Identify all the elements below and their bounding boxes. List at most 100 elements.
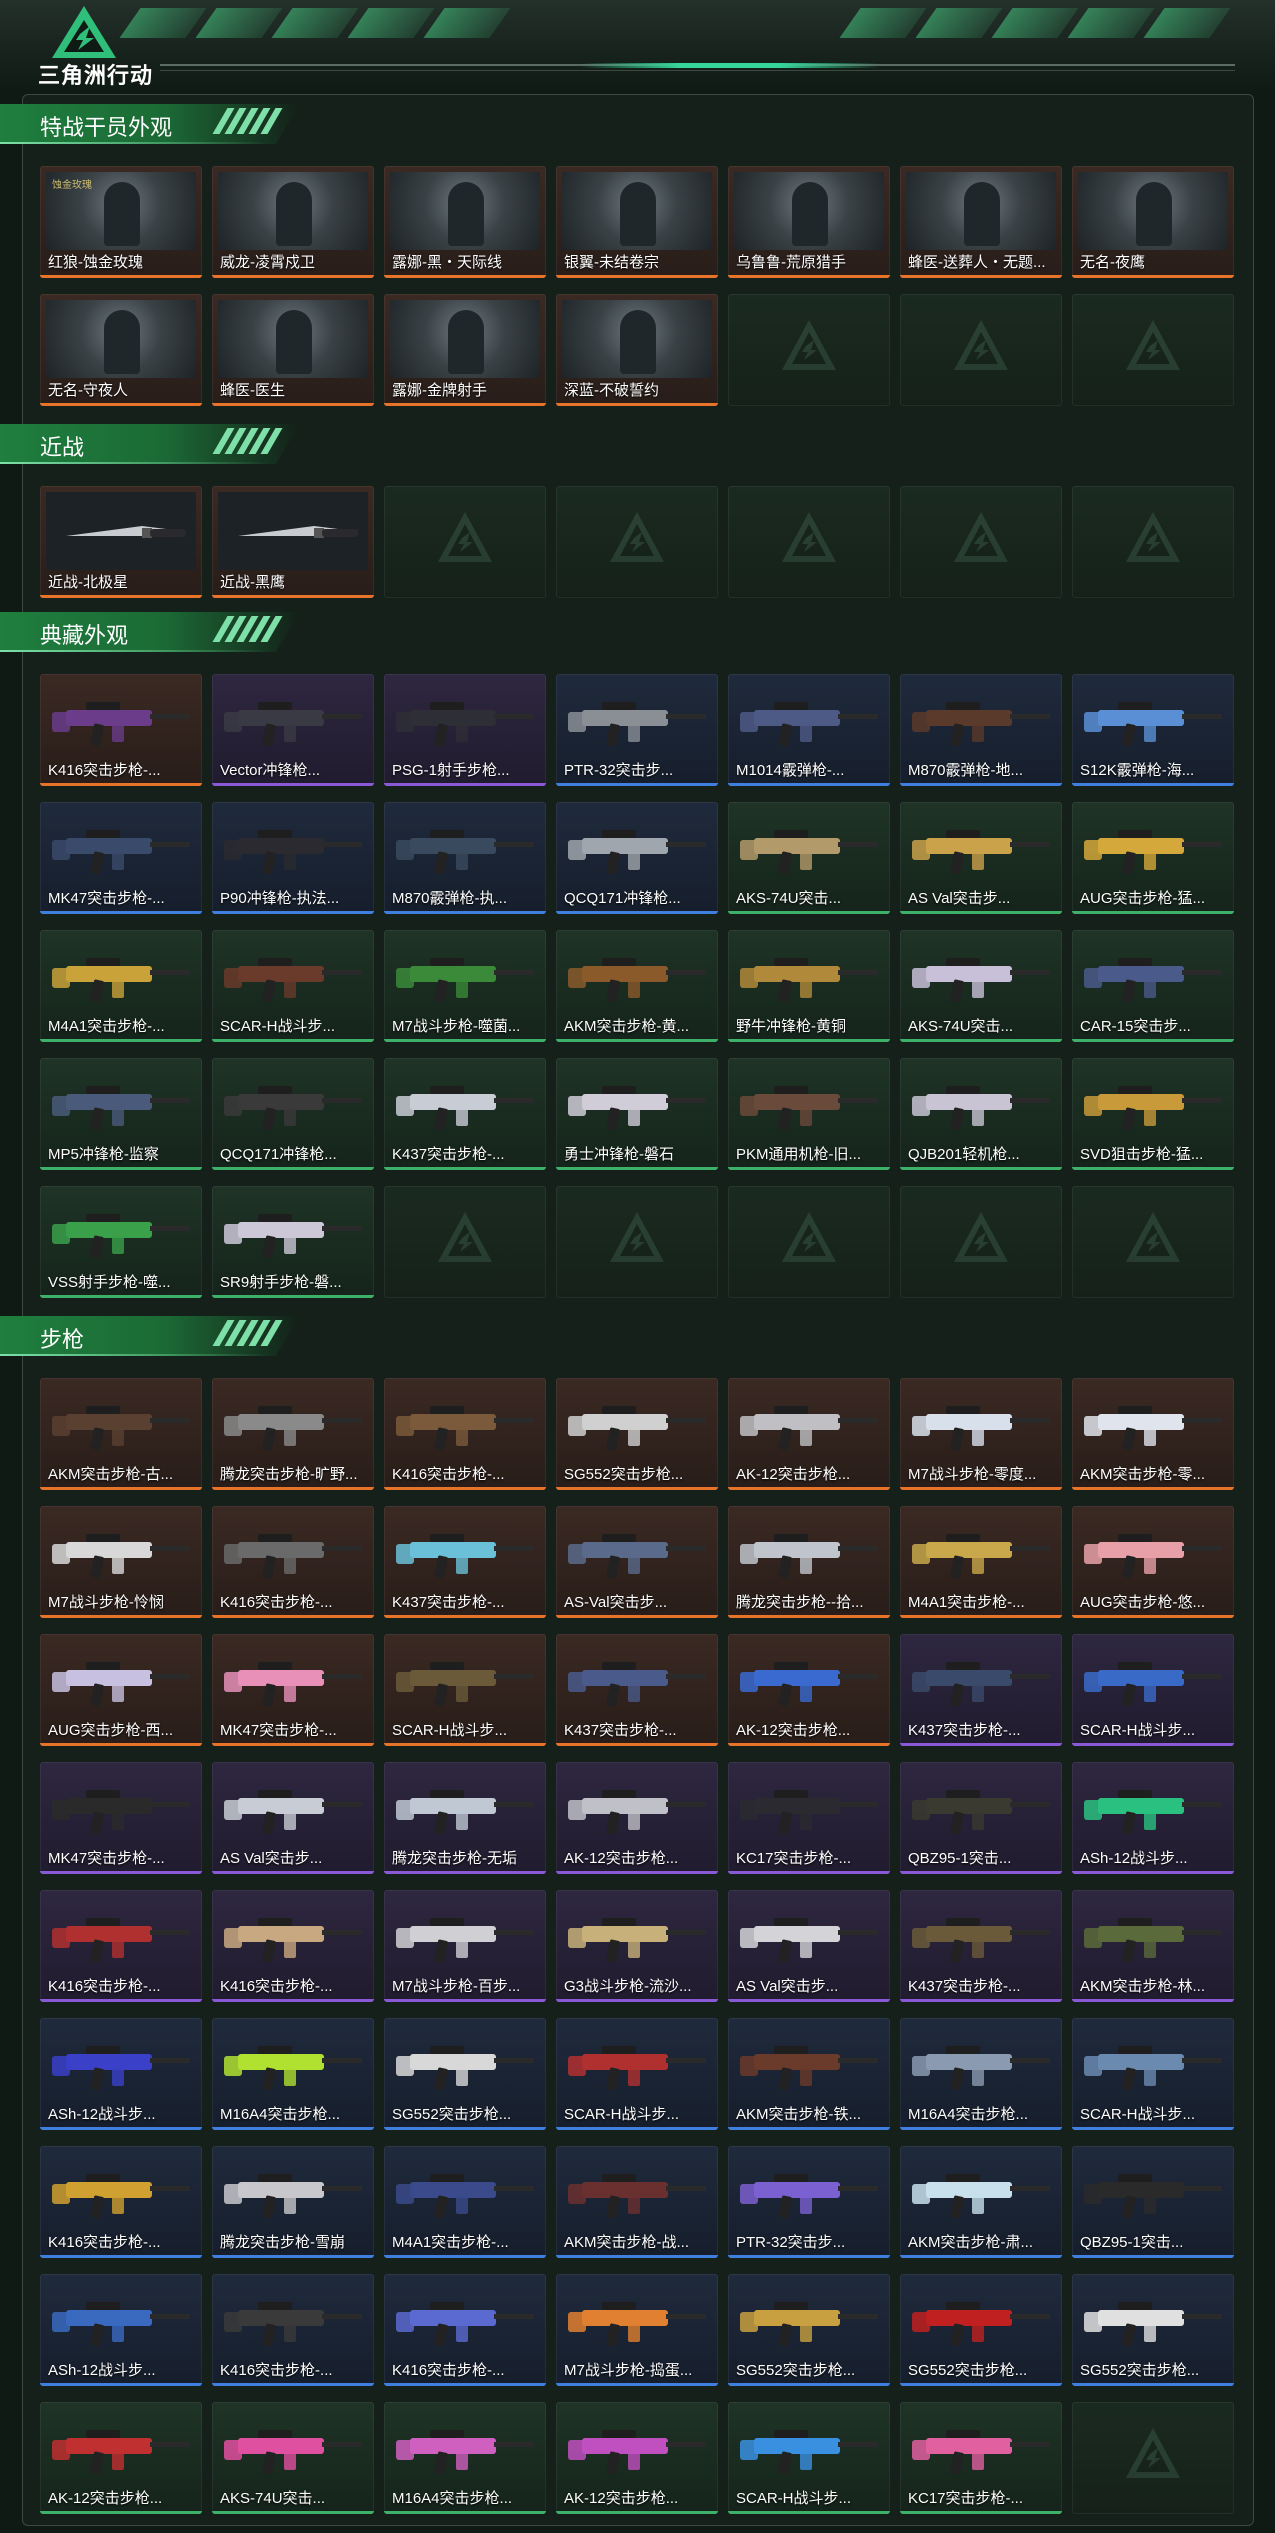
item-card[interactable]: K416突击步枪-...: [384, 1378, 546, 1490]
item-card[interactable]: SR9射手步枪-磐...: [212, 1186, 374, 1298]
item-card[interactable]: K437突击步枪-...: [900, 1634, 1062, 1746]
item-card[interactable]: 露娜-黑・天际线: [384, 166, 546, 278]
item-card[interactable]: AKM突击步枪-零...: [1072, 1378, 1234, 1490]
item-card[interactable]: AKS-74U突击...: [900, 930, 1062, 1042]
item-card[interactable]: K416突击步枪-...: [384, 2274, 546, 2386]
item-card[interactable]: S12K霰弹枪-海...: [1072, 674, 1234, 786]
item-card[interactable]: K416突击步枪-...: [212, 1890, 374, 2002]
item-card[interactable]: AKM突击步枪-铁...: [728, 2018, 890, 2130]
item-card[interactable]: VSS射手步枪-噬...: [40, 1186, 202, 1298]
item-card[interactable]: AK-12突击步枪...: [728, 1378, 890, 1490]
item-card[interactable]: 腾龙突击步枪-雪崩: [212, 2146, 374, 2258]
item-card[interactable]: AKM突击步枪-林...: [1072, 1890, 1234, 2002]
item-card[interactable]: 蜂医-送葬人・无题...: [900, 166, 1062, 278]
item-card[interactable]: AK-12突击步枪...: [556, 2402, 718, 2514]
item-card[interactable]: M16A4突击步枪...: [384, 2402, 546, 2514]
item-card[interactable]: 深蓝-不破誓约: [556, 294, 718, 406]
item-card[interactable]: SG552突击步枪...: [384, 2018, 546, 2130]
item-card[interactable]: K416突击步枪-...: [40, 1890, 202, 2002]
item-card[interactable]: 野牛冲锋枪-黄铜: [728, 930, 890, 1042]
item-card[interactable]: SCAR-H战斗步...: [1072, 1634, 1234, 1746]
item-card[interactable]: 腾龙突击步枪-旷野...: [212, 1378, 374, 1490]
item-card[interactable]: 无名-夜鹰: [1072, 166, 1234, 278]
item-card[interactable]: M7战斗步枪-零度...: [900, 1378, 1062, 1490]
item-card[interactable]: KC17突击步枪-...: [900, 2402, 1062, 2514]
item-card[interactable]: KC17突击步枪-...: [728, 1762, 890, 1874]
item-card[interactable]: AKS-74U突击...: [728, 802, 890, 914]
item-card[interactable]: M7战斗步枪-捣蛋...: [556, 2274, 718, 2386]
item-card[interactable]: AK-12突击步枪...: [40, 2402, 202, 2514]
item-card[interactable]: MK47突击步枪-...: [212, 1634, 374, 1746]
item-card[interactable]: AUG突击步枪-西...: [40, 1634, 202, 1746]
item-card[interactable]: AK-12突击步枪...: [728, 1634, 890, 1746]
item-card[interactable]: M16A4突击步枪...: [212, 2018, 374, 2130]
item-card[interactable]: K437突击步枪-...: [900, 1890, 1062, 2002]
item-card[interactable]: M4A1突击步枪-...: [40, 930, 202, 1042]
item-card[interactable]: ASh-12战斗步...: [40, 2274, 202, 2386]
item-card[interactable]: ASh-12战斗步...: [40, 2018, 202, 2130]
item-card[interactable]: AKM突击步枪-古...: [40, 1378, 202, 1490]
item-card[interactable]: 蜂医-医生: [212, 294, 374, 406]
item-card[interactable]: QCQ171冲锋枪...: [556, 802, 718, 914]
item-card[interactable]: K416突击步枪-...: [40, 2146, 202, 2258]
item-card[interactable]: 无名-守夜人: [40, 294, 202, 406]
item-card[interactable]: SG552突击步枪...: [1072, 2274, 1234, 2386]
item-card[interactable]: AKM突击步枪-肃...: [900, 2146, 1062, 2258]
item-card[interactable]: MP5冲锋枪-监察: [40, 1058, 202, 1170]
item-card[interactable]: M870霰弹枪-执...: [384, 802, 546, 914]
item-card[interactable]: AKS-74U突击...: [212, 2402, 374, 2514]
item-card[interactable]: K437突击步枪-...: [384, 1058, 546, 1170]
item-card[interactable]: 腾龙突击步枪-无垢: [384, 1762, 546, 1874]
item-card[interactable]: P90冲锋枪-执法...: [212, 802, 374, 914]
item-card[interactable]: PKM通用机枪-旧...: [728, 1058, 890, 1170]
item-card[interactable]: 威龙-凌霄戍卫: [212, 166, 374, 278]
item-card[interactable]: CAR-15突击步...: [1072, 930, 1234, 1042]
item-card[interactable]: M7战斗步枪-怜悯: [40, 1506, 202, 1618]
item-card[interactable]: SCAR-H战斗步...: [212, 930, 374, 1042]
item-card[interactable]: 近战-黑鹰: [212, 486, 374, 598]
item-card[interactable]: K437突击步枪-...: [556, 1634, 718, 1746]
item-card[interactable]: QBZ95-1突击...: [1072, 2146, 1234, 2258]
item-card[interactable]: K437突击步枪-...: [384, 1506, 546, 1618]
item-card[interactable]: SCAR-H战斗步...: [384, 1634, 546, 1746]
item-card[interactable]: 蚀金玫瑰 红狼-蚀金玫瑰: [40, 166, 202, 278]
item-card[interactable]: AS Val突击步...: [212, 1762, 374, 1874]
item-card[interactable]: ASh-12战斗步...: [1072, 1762, 1234, 1874]
item-card[interactable]: K416突击步枪-...: [40, 674, 202, 786]
item-card[interactable]: M4A1突击步枪-...: [900, 1506, 1062, 1618]
item-card[interactable]: PSG-1射手步枪...: [384, 674, 546, 786]
item-card[interactable]: AK-12突击步枪...: [556, 1762, 718, 1874]
item-card[interactable]: AKM突击步枪-战...: [556, 2146, 718, 2258]
item-card[interactable]: M7战斗步枪-噬菌...: [384, 930, 546, 1042]
item-card[interactable]: QCQ171冲锋枪...: [212, 1058, 374, 1170]
item-card[interactable]: M4A1突击步枪-...: [384, 2146, 546, 2258]
item-card[interactable]: SCAR-H战斗步...: [556, 2018, 718, 2130]
item-card[interactable]: 乌鲁鲁-荒原猎手: [728, 166, 890, 278]
item-card[interactable]: 银翼-未结卷宗: [556, 166, 718, 278]
item-card[interactable]: PTR-32突击步...: [728, 2146, 890, 2258]
item-card[interactable]: SG552突击步枪...: [728, 2274, 890, 2386]
item-card[interactable]: AUG突击步枪-猛...: [1072, 802, 1234, 914]
item-card[interactable]: AS Val突击步...: [900, 802, 1062, 914]
item-card[interactable]: SCAR-H战斗步...: [728, 2402, 890, 2514]
item-card[interactable]: QBZ95-1突击...: [900, 1762, 1062, 1874]
item-card[interactable]: M1014霰弹枪-...: [728, 674, 890, 786]
item-card[interactable]: M7战斗步枪-百步...: [384, 1890, 546, 2002]
item-card[interactable]: SCAR-H战斗步...: [1072, 2018, 1234, 2130]
item-card[interactable]: MK47突击步枪-...: [40, 1762, 202, 1874]
item-card[interactable]: M16A4突击步枪...: [900, 2018, 1062, 2130]
item-card[interactable]: MK47突击步枪-...: [40, 802, 202, 914]
item-card[interactable]: SG552突击步枪...: [900, 2274, 1062, 2386]
item-card[interactable]: 露娜-金牌射手: [384, 294, 546, 406]
item-card[interactable]: QJB201轻机枪...: [900, 1058, 1062, 1170]
item-card[interactable]: M870霰弹枪-地...: [900, 674, 1062, 786]
item-card[interactable]: G3战斗步枪-流沙...: [556, 1890, 718, 2002]
item-card[interactable]: 腾龙突击步枪--拾...: [728, 1506, 890, 1618]
item-card[interactable]: SVD狙击步枪-猛...: [1072, 1058, 1234, 1170]
item-card[interactable]: AUG突击步枪-悠...: [1072, 1506, 1234, 1618]
item-card[interactable]: K416突击步枪-...: [212, 1506, 374, 1618]
item-card[interactable]: PTR-32突击步...: [556, 674, 718, 786]
item-card[interactable]: AKM突击步枪-黄...: [556, 930, 718, 1042]
item-card[interactable]: SG552突击步枪...: [556, 1378, 718, 1490]
item-card[interactable]: AS-Val突击步...: [556, 1506, 718, 1618]
